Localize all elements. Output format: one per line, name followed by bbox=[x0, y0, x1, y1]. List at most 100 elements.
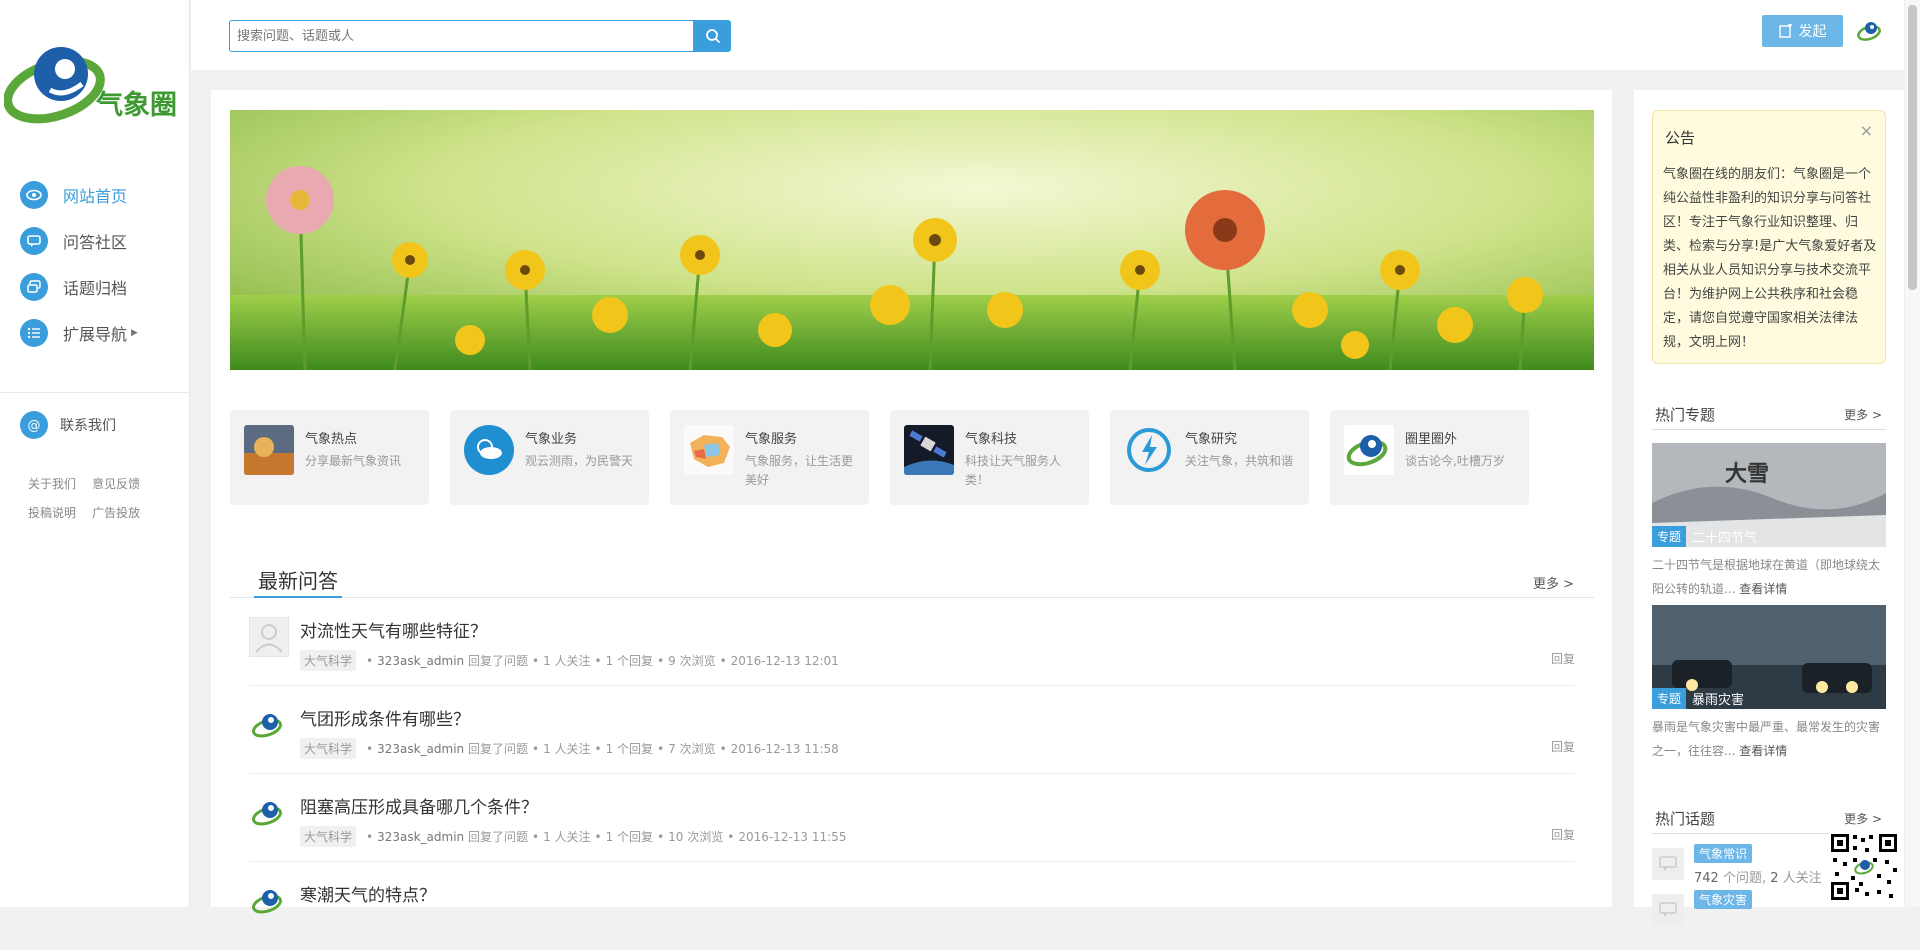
at-icon: @ bbox=[20, 411, 48, 439]
category-title: 气象研究 bbox=[1185, 432, 1238, 447]
satellite-icon bbox=[904, 425, 954, 475]
reply-link[interactable]: 回复 bbox=[1551, 738, 1575, 755]
category-desc: 气象服务，让生活更美好 bbox=[745, 454, 854, 487]
topic-tag[interactable]: 大气科学 bbox=[300, 650, 357, 671]
topic-name: 暴雨灾害 bbox=[1692, 692, 1745, 708]
default-avatar-icon[interactable] bbox=[248, 616, 290, 658]
user-link[interactable]: 323ask_admin bbox=[377, 742, 464, 756]
latest-qa-tab[interactable]: 最新问答 bbox=[254, 565, 342, 598]
topic-image-text: 大雪 bbox=[1725, 462, 1769, 487]
nav-label-qa: 问答社区 bbox=[63, 233, 128, 252]
user-link[interactable]: 323ask_admin bbox=[377, 830, 464, 844]
category-desc: 谈古论今,吐槽万岁 bbox=[1405, 454, 1505, 468]
question-title[interactable]: 对流性天气有哪些特征？ bbox=[300, 617, 487, 642]
topic-tag[interactable]: 大气科学 bbox=[300, 826, 357, 847]
topic-tag[interactable]: 大气科学 bbox=[300, 738, 357, 759]
category-title: 气象热点 bbox=[305, 432, 358, 447]
category-card[interactable]: 气象热点 分享最新气象资讯 bbox=[230, 410, 429, 505]
timestamp: 2016-12-13 11:58 bbox=[730, 741, 839, 756]
category-card[interactable]: 气象科技 科技让天气服务人类！ bbox=[890, 410, 1089, 505]
nav-item-extended[interactable]: 扩展导航 ▶ bbox=[0, 310, 190, 356]
nav-item-home[interactable]: 网站首页 bbox=[0, 172, 190, 218]
nav-label-home: 网站首页 bbox=[63, 187, 128, 206]
footer-link-contribute[interactable]: 投稿说明 bbox=[28, 504, 76, 521]
site-logo[interactable]: 气象圈 bbox=[3, 38, 190, 124]
topic-image-snow[interactable]: 大雪 专题 二十四节气 bbox=[1652, 443, 1886, 547]
subject-tag[interactable]: 气象灾害 bbox=[1694, 890, 1753, 909]
qa-item: 寒潮天气的特点？ bbox=[249, 862, 1575, 950]
qa-item: 气团形成条件有哪些？ 大气科学 • 323ask_admin 回复了问题 • 1… bbox=[249, 686, 1575, 774]
category-card[interactable]: 气象服务 气象服务，让生活更美好 bbox=[670, 410, 869, 505]
contact-us-link[interactable]: @ 联系我们 bbox=[20, 411, 116, 439]
scrollbar-thumb[interactable] bbox=[1908, 5, 1917, 290]
topic-card: 大雪 专题 二十四节气 二十四节气是根据地球在黄道（即地球绕太阳公转的轨道...… bbox=[1652, 443, 1886, 601]
view-count: 10 次浏览 bbox=[668, 830, 724, 844]
user-avatar[interactable] bbox=[249, 793, 289, 833]
timestamp: 2016-12-13 11:55 bbox=[738, 829, 847, 844]
qa-item: 对流性天气有哪些特征？ 大气科学 • 323ask_admin 回复了问题 • … bbox=[248, 598, 1575, 686]
nav-label-extended: 扩展导航 bbox=[63, 325, 128, 344]
reply-link[interactable]: 回复 bbox=[1551, 826, 1575, 843]
question-meta: 大气科学 • 323ask_admin 回复了问题 • 1 人关注 • 1 个回… bbox=[300, 826, 846, 847]
question-meta: 大气科学 • 323ask_admin 回复了问题 • 1 人关注 • 1 个回… bbox=[300, 650, 839, 671]
category-title: 气象服务 bbox=[745, 432, 798, 447]
hot-topics-more-link[interactable]: 更多 > bbox=[1844, 406, 1882, 423]
main-content: 气象热点 分享最新气象资讯 气象业务 观云测雨，为民警天 气象服务 气象服务，让… bbox=[211, 90, 1612, 950]
reply-count: 1 个回复 bbox=[605, 654, 654, 668]
svg-text:@: @ bbox=[28, 419, 41, 434]
reply-link[interactable]: 回复 bbox=[1551, 650, 1575, 667]
user-link[interactable]: 323ask_admin bbox=[377, 654, 464, 668]
compose-icon bbox=[1778, 24, 1792, 38]
topic-desc: 二十四节气是根据地球在黄道（即地球绕太阳公转的轨道... 查看详情 bbox=[1652, 558, 1881, 596]
banner-image[interactable] bbox=[230, 110, 1594, 370]
user-avatar[interactable] bbox=[249, 881, 289, 921]
topic-detail-link[interactable]: 查看详情 bbox=[1739, 744, 1787, 758]
footer-link-about[interactable]: 关于我们 bbox=[28, 475, 76, 492]
search-input[interactable] bbox=[229, 20, 694, 52]
footer-links: 关于我们 意见反馈 投稿说明 广告投放 bbox=[28, 473, 178, 531]
nav-item-topics[interactable]: 话题归档 bbox=[0, 264, 190, 310]
search-icon bbox=[705, 29, 720, 44]
user-avatar[interactable] bbox=[249, 705, 289, 745]
comments-icon bbox=[20, 273, 48, 301]
topic-image-rainstorm[interactable]: 专题 暴雨灾害 bbox=[1652, 605, 1886, 709]
qa-list: 对流性天气有哪些特征？ 大气科学 • 323ask_admin 回复了问题 • … bbox=[248, 598, 1575, 950]
category-card[interactable]: 圈里圈外 谈古论今,吐槽万岁 bbox=[1330, 410, 1529, 505]
qr-code[interactable] bbox=[1829, 832, 1899, 902]
eye-icon bbox=[20, 181, 48, 209]
topic-detail-link[interactable]: 查看详情 bbox=[1739, 582, 1787, 596]
question-title[interactable]: 气团形成条件有哪些？ bbox=[300, 705, 470, 730]
category-card[interactable]: 气象业务 观云测雨，为民警天 bbox=[450, 410, 649, 505]
announcement-box: 公告 × 气象圈在线的朋友们：气象圈是一个纯公益性非盈利的知识分享与问答社区！专… bbox=[1652, 110, 1886, 364]
left-sidebar: 气象圈 网站首页 问答社区 话题归档 扩展导航 ▶ @ 联系我们 关于我们 意见… bbox=[0, 0, 190, 907]
hot-subjects-more-link[interactable]: 更多 > bbox=[1844, 810, 1882, 827]
topic-label: 专题 暴雨灾害 bbox=[1652, 687, 1744, 709]
main-nav: 网站首页 问答社区 话题归档 扩展导航 ▶ bbox=[0, 172, 190, 356]
question-title[interactable]: 阻塞高压形成具备哪几个条件？ bbox=[300, 793, 538, 818]
top-bar: 发起 bbox=[191, 0, 1904, 70]
search-button[interactable] bbox=[694, 20, 731, 52]
lightning-icon bbox=[1124, 425, 1174, 475]
list-icon bbox=[20, 319, 48, 347]
user-avatar[interactable] bbox=[1857, 18, 1883, 44]
category-title: 圈里圈外 bbox=[1405, 432, 1458, 447]
question-meta: 大气科学 • 323ask_admin 回复了问题 • 1 人关注 • 1 个回… bbox=[300, 738, 839, 759]
footer-link-feedback[interactable]: 意见反馈 bbox=[92, 475, 140, 492]
category-desc: 关注气象，共筑和谐 bbox=[1185, 454, 1294, 468]
publish-button[interactable]: 发起 bbox=[1762, 15, 1843, 47]
nav-item-qa[interactable]: 问答社区 bbox=[0, 218, 190, 264]
category-desc: 科技让天气服务人类！ bbox=[965, 454, 1062, 487]
action-text: 回复了问题 bbox=[467, 830, 528, 844]
question-title[interactable]: 寒潮天气的特点？ bbox=[300, 881, 436, 906]
hot-topics-header: 热门专题 更多 > bbox=[1652, 404, 1886, 430]
page-scrollbar[interactable] bbox=[1904, 0, 1920, 907]
subject-tag[interactable]: 气象常识 bbox=[1694, 844, 1753, 863]
footer-link-ads[interactable]: 广告投放 bbox=[92, 504, 140, 521]
reply-count: 1 个回复 bbox=[605, 742, 654, 756]
qa-more-link[interactable]: 更多 > bbox=[1533, 573, 1574, 592]
close-icon[interactable]: × bbox=[1860, 121, 1873, 140]
category-card[interactable]: 气象研究 关注气象，共筑和谐 bbox=[1110, 410, 1309, 505]
topic-label: 专题 二十四节气 bbox=[1652, 525, 1757, 547]
topic-badge: 专题 bbox=[1652, 687, 1687, 709]
topic-name: 二十四节气 bbox=[1692, 530, 1758, 546]
